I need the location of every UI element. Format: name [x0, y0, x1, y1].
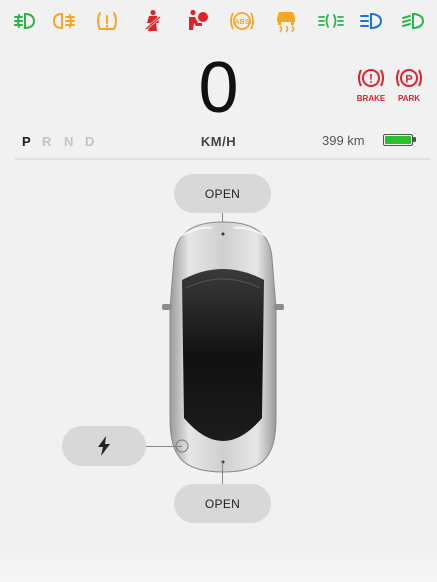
- brake-glyph: !: [369, 72, 373, 86]
- airbag-warning-icon: [182, 8, 212, 34]
- high-beam-icon: [356, 8, 386, 34]
- footer-area: [0, 552, 437, 582]
- battery-icon: [383, 134, 416, 146]
- brake-warning-icon: !: [358, 69, 384, 87]
- battery-fill: [385, 136, 411, 144]
- frunk-open-button[interactable]: OPEN: [174, 174, 271, 213]
- trunk-open-button[interactable]: OPEN: [174, 484, 271, 523]
- svg-text:ABS: ABS: [235, 19, 250, 26]
- car-top-view: [162, 221, 284, 473]
- parking-lights-icon: [316, 8, 346, 34]
- seatbelt-warning-icon: [138, 8, 168, 34]
- park-glyph: P: [405, 74, 412, 86]
- low-beam-icon: [398, 8, 428, 34]
- speed-unit: KM/H: [200, 134, 237, 149]
- lightning-bolt-icon: [98, 436, 110, 456]
- park-warning-indicator: P PARK: [393, 66, 425, 103]
- tire-pressure-warning-icon: [92, 8, 122, 34]
- trunk-open-label: OPEN: [204, 496, 241, 511]
- divider: [15, 158, 430, 160]
- range-readout: 399 km: [322, 133, 365, 148]
- fog-light-rear-icon: [49, 8, 79, 34]
- charge-port-leader-line: [146, 446, 182, 447]
- trunk-leader-line: [222, 462, 223, 484]
- abs-warning-icon: ABS: [227, 8, 257, 34]
- brake-label: BRAKE: [356, 94, 386, 103]
- park-label: PARK: [397, 94, 421, 103]
- brake-warning-indicator: ! BRAKE: [355, 66, 387, 103]
- fog-light-front-icon: [10, 8, 40, 34]
- telltale-bar: ABS: [0, 0, 437, 44]
- traction-control-icon: [271, 8, 301, 34]
- frunk-open-label: OPEN: [204, 186, 241, 201]
- charge-port-button[interactable]: [62, 426, 146, 466]
- parking-brake-icon: P: [396, 69, 422, 87]
